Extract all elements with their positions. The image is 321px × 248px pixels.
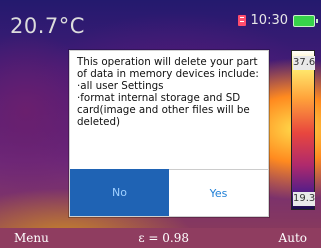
- dialog-message: This operation will delete your part of …: [77, 56, 259, 129]
- auto-mode-button[interactable]: Auto: [279, 231, 307, 245]
- battery-icon: [293, 14, 318, 27]
- no-button[interactable]: No: [70, 169, 169, 216]
- scale-max-label: 37.6: [293, 56, 316, 70]
- emissivity-value[interactable]: ε = 0.98: [138, 231, 189, 245]
- clock: 10:30: [250, 13, 288, 28]
- temperature-color-scale: [291, 50, 315, 210]
- confirm-reset-dialog: This operation will delete your part of …: [69, 50, 269, 217]
- status-bar: 10:30: [237, 13, 318, 28]
- dialog-buttons: No Yes: [70, 169, 268, 216]
- sd-card-icon: [237, 15, 246, 26]
- center-temperature-readout: 20.7°C: [10, 14, 85, 38]
- menu-button[interactable]: Menu: [14, 231, 49, 245]
- bottom-bar: Menu ε = 0.98 Auto: [0, 228, 321, 248]
- thermal-camera-screen: 20.7°C 10:30 37.6 19.3 This operation wi…: [0, 0, 321, 248]
- yes-button[interactable]: Yes: [169, 169, 268, 216]
- scale-min-label: 19.3: [293, 192, 316, 206]
